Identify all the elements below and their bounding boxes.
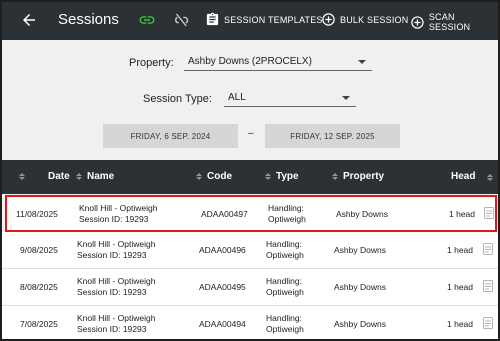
table-row[interactable]: 7/08/2025 Knoll Hill - Optiweigh Session… bbox=[2, 306, 498, 339]
property-select-value: Ashby Downs (2PROCELX) bbox=[188, 56, 312, 67]
row-property: Ashby Downs bbox=[334, 245, 386, 255]
column-header-type[interactable]: Type bbox=[265, 171, 299, 182]
sort-icon bbox=[332, 173, 338, 180]
row-date: 11/08/2025 bbox=[16, 209, 58, 219]
session-type-select-value: ALL bbox=[228, 92, 246, 103]
sort-icon bbox=[19, 173, 25, 180]
row-session-id: Session ID: 19293 bbox=[77, 250, 147, 260]
link-icon[interactable] bbox=[138, 11, 156, 29]
property-label: Property: bbox=[129, 57, 174, 69]
bulk-session-label: BULK SESSION bbox=[340, 14, 409, 25]
note-icon[interactable] bbox=[483, 243, 493, 255]
row-head: 1 head bbox=[447, 245, 473, 255]
row-type: Handling: bbox=[266, 239, 302, 249]
row-type-detail: Optiweigh bbox=[266, 250, 304, 260]
row-head: 1 head bbox=[449, 209, 475, 219]
link-off-icon[interactable] bbox=[172, 11, 190, 29]
row-code: ADAA00497 bbox=[201, 209, 248, 219]
row-name: Knoll Hill - Optiweigh bbox=[77, 276, 156, 286]
column-header-code[interactable]: Code bbox=[196, 171, 232, 182]
page-title: Sessions bbox=[58, 11, 119, 28]
row-type: Handling: bbox=[266, 313, 302, 323]
row-date: 7/08/2025 bbox=[20, 319, 58, 329]
row-property: Ashby Downs bbox=[334, 282, 386, 292]
session-type-select[interactable]: ALL bbox=[224, 91, 356, 107]
row-head: 1 head bbox=[447, 282, 473, 292]
chevron-down-icon bbox=[342, 96, 350, 100]
top-bar: Sessions SESSION TEMPLATES BULK SESSION bbox=[2, 2, 498, 40]
bulk-session-button[interactable]: BULK SESSION bbox=[321, 12, 408, 27]
column-header-date[interactable]: Date bbox=[19, 171, 70, 182]
table-row[interactable]: 8/08/2025 Knoll Hill - Optiweigh Session… bbox=[2, 269, 498, 306]
row-type-detail: Optiweigh bbox=[268, 214, 306, 224]
row-date: 9/08/2025 bbox=[20, 245, 58, 255]
column-header-property[interactable]: Property bbox=[332, 171, 384, 182]
sort-icon bbox=[265, 173, 271, 180]
session-templates-label: SESSION TEMPLATES bbox=[224, 14, 323, 25]
row-code: ADAA00496 bbox=[199, 245, 246, 255]
note-icon[interactable] bbox=[483, 280, 493, 292]
row-property: Ashby Downs bbox=[334, 319, 386, 329]
sort-icon bbox=[76, 173, 82, 180]
row-head: 1 head bbox=[447, 319, 473, 329]
row-date: 8/08/2025 bbox=[20, 282, 58, 292]
row-session-id: Session ID: 19293 bbox=[77, 287, 147, 297]
date-from-button[interactable]: FRIDAY, 6 SEP. 2024 bbox=[103, 124, 238, 148]
column-header-name[interactable]: Name bbox=[76, 171, 114, 182]
row-property: Ashby Downs bbox=[336, 209, 388, 219]
row-code: ADAA00495 bbox=[199, 282, 246, 292]
row-session-id: Session ID: 19293 bbox=[79, 214, 149, 224]
back-arrow-icon[interactable] bbox=[20, 11, 38, 29]
row-type: Handling: bbox=[266, 276, 302, 286]
row-type: Handling: bbox=[268, 203, 304, 213]
session-templates-button[interactable]: SESSION TEMPLATES bbox=[205, 12, 323, 27]
row-name: Knoll Hill - Optiweigh bbox=[79, 203, 158, 213]
date-to-button[interactable]: FRIDAY, 12 SEP. 2025 bbox=[265, 124, 400, 148]
row-name: Knoll Hill - Optiweigh bbox=[77, 239, 156, 249]
property-select[interactable]: Ashby Downs (2PROCELX) bbox=[184, 55, 372, 71]
row-code: ADAA00494 bbox=[199, 319, 246, 329]
sort-icon[interactable] bbox=[487, 174, 493, 181]
add-circle-icon bbox=[411, 15, 424, 29]
row-session-id: Session ID: 19293 bbox=[77, 324, 147, 334]
chevron-down-icon bbox=[358, 60, 366, 64]
app-window: Sessions SESSION TEMPLATES BULK SESSION bbox=[0, 0, 500, 341]
row-name: Knoll Hill - Optiweigh bbox=[77, 313, 156, 323]
scan-session-button[interactable]: SCAN SESSION bbox=[410, 12, 498, 32]
table-row[interactable]: 11/08/2025 Knoll Hill - Optiweigh Sessio… bbox=[5, 195, 497, 232]
note-icon[interactable] bbox=[484, 207, 494, 219]
column-header-head[interactable]: Head bbox=[451, 171, 475, 182]
sort-icon bbox=[196, 173, 202, 180]
row-type-detail: Optiweigh bbox=[266, 324, 304, 334]
date-range-separator: – bbox=[248, 128, 254, 139]
table-row[interactable]: 9/08/2025 Knoll Hill - Optiweigh Session… bbox=[2, 232, 498, 269]
note-icon[interactable] bbox=[483, 317, 493, 329]
clipboard-icon bbox=[206, 12, 219, 26]
scan-session-label: SCAN SESSION bbox=[428, 12, 471, 32]
add-circle-icon bbox=[322, 13, 335, 26]
row-type-detail: Optiweigh bbox=[266, 287, 304, 297]
table-header: Date Name Code Type Property Head bbox=[2, 160, 498, 194]
session-type-label: Session Type: bbox=[143, 93, 212, 105]
